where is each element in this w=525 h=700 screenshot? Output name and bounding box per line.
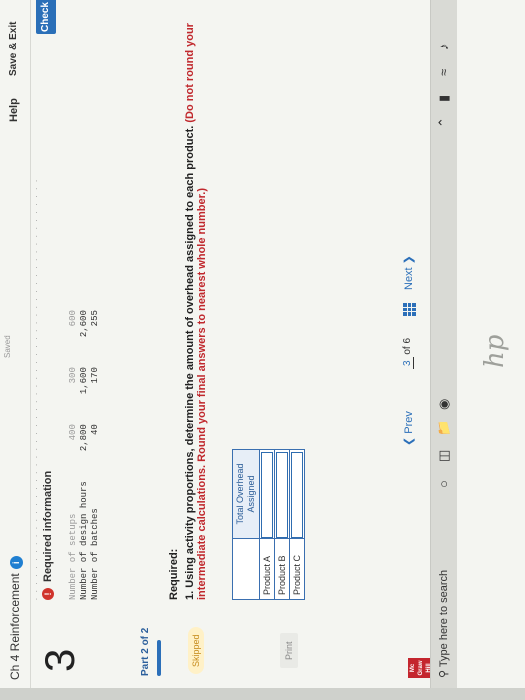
column-header: Total Overhead Assigned <box>232 449 260 539</box>
search-icon: ⚲ <box>438 669 450 678</box>
table-row: Product B <box>274 449 290 600</box>
current-page-select[interactable]: 3 <box>402 357 414 369</box>
print-button[interactable]: Print <box>280 633 298 668</box>
answer-table: Total Overhead Assigned Product A Produc… <box>232 449 305 600</box>
row-label: Product A <box>259 538 275 600</box>
skipped-badge: Skipped <box>188 627 204 674</box>
product-c-overhead-input[interactable] <box>291 452 303 538</box>
info-icon[interactable]: i <box>10 556 23 570</box>
table-row: Product C <box>289 449 305 600</box>
browser-screen: Ch 4 Reinforcementi Saved Help Save & Ex… <box>0 0 525 688</box>
chevron-up-icon[interactable]: ⌃ <box>436 117 452 128</box>
product-a-overhead-input[interactable] <box>261 452 273 538</box>
row-label: Product C <box>289 538 305 600</box>
taskbar-search[interactable]: ⚲ Type here to search <box>437 570 450 678</box>
check-button[interactable]: Check <box>36 0 56 34</box>
volume-icon[interactable]: ♪ <box>436 44 451 51</box>
chevron-right-icon: ❯ <box>403 255 415 265</box>
next-button[interactable]: Next ❯ <box>402 255 415 290</box>
activity-data-table: Number of setups 400 300 600 Number of d… <box>68 304 101 600</box>
question-number: 3 <box>36 648 83 672</box>
file-explorer-icon[interactable]: 📁 <box>436 420 452 436</box>
table-row: Number of setups 400 300 600 <box>68 310 78 600</box>
instruction-text: 1. Using activity proportions, determine… <box>184 23 208 600</box>
task-view-icon[interactable]: ◫ <box>436 450 452 462</box>
page-indicator: 3 of 6 <box>402 338 414 369</box>
cortana-icon[interactable]: ○ <box>436 480 451 488</box>
help-link[interactable]: Help <box>8 98 20 122</box>
required-label: Required: <box>168 548 180 600</box>
hp-logo-icon: hp <box>480 334 510 368</box>
required-information-heading: Required information <box>42 470 54 582</box>
grid-icon[interactable] <box>403 303 416 316</box>
question-navigation: ❮ Prev 3 of 6 Next ❯ <box>396 6 426 606</box>
product-b-overhead-input[interactable] <box>276 452 288 538</box>
cut-off-problem-text: . . . . . . . . . . . . . . . . . . . . … <box>32 177 39 600</box>
chrome-icon[interactable]: ◉ <box>436 399 452 410</box>
chapter-title: Ch 4 Reinforcementi <box>8 556 23 680</box>
windows-taskbar: ⚲ Type here to search ○ ◫ 📁 ◉ ⌃ ▮ ≈ ♪ <box>430 0 457 688</box>
wifi-icon[interactable]: ≈ <box>436 69 451 76</box>
part-progress-bar <box>157 640 161 676</box>
battery-icon: ▮ <box>436 94 451 102</box>
alert-icon: ! <box>42 588 54 600</box>
saved-status: Saved <box>3 335 12 358</box>
question-sidebar: 3 Part 2 of 2 Skipped Print <box>30 606 450 688</box>
table-row: Number of batches 40 170 255 <box>90 310 100 600</box>
table-row: Product A <box>259 449 275 600</box>
table-header-row: Total Overhead Assigned <box>232 449 260 600</box>
row-label: Product B <box>274 538 290 600</box>
chevron-left-icon: ❮ <box>403 436 415 446</box>
part-indicator: Part 2 of 2 <box>140 627 151 676</box>
table-row: Number of design hours 2,800 1,600 2,600 <box>79 310 89 600</box>
prev-button[interactable]: ❮ Prev <box>402 411 415 446</box>
top-bar: Ch 4 Reinforcementi Saved Help Save & Ex… <box>0 0 31 688</box>
save-exit-link[interactable]: Save & Exit <box>8 22 19 76</box>
